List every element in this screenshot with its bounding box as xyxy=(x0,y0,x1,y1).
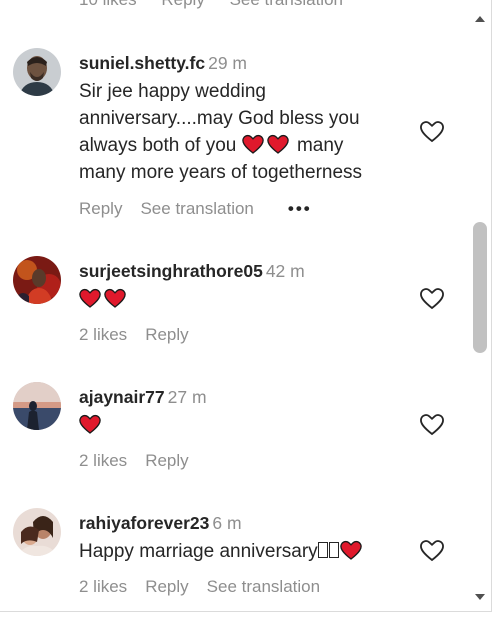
red-heart-emoji xyxy=(104,288,126,308)
see-translation-button[interactable]: See translation xyxy=(207,577,320,596)
reply-button[interactable]: Reply xyxy=(145,577,188,596)
reply-button[interactable]: Reply xyxy=(161,0,204,9)
see-translation-button[interactable]: See translation xyxy=(140,199,253,218)
comment-line-text: many xyxy=(296,135,344,156)
comment-line: Sir jee happy wedding xyxy=(79,81,266,102)
likes-count[interactable]: 2 likes xyxy=(79,325,127,344)
timestamp: 27 m xyxy=(167,387,207,407)
comment-text xyxy=(79,286,399,313)
comment-actions: 2 likes Reply See translation xyxy=(79,577,338,597)
username[interactable]: surjeetsinghrathore05 xyxy=(79,261,263,281)
comment-actions: Reply See translation ••• xyxy=(79,199,330,219)
more-options-button[interactable]: ••• xyxy=(288,199,312,218)
reply-button[interactable]: Reply xyxy=(79,199,122,218)
avatar[interactable] xyxy=(13,48,61,96)
comment-actions: 2 likes Reply xyxy=(79,325,207,345)
comment-text xyxy=(79,412,399,439)
red-heart-emoji xyxy=(79,288,101,308)
comment-line-text: Happy marriage anniversary xyxy=(79,541,318,562)
avatar[interactable] xyxy=(13,382,61,430)
comment-text: Happy marriage anniversary xyxy=(79,538,399,565)
comment-line: anniversary....may God bless you xyxy=(79,108,360,129)
previous-comment-actions: 10 likes Reply See translation xyxy=(79,0,363,10)
red-heart-emoji xyxy=(339,540,362,560)
username[interactable]: suniel.shetty.fc xyxy=(79,53,205,73)
likes-count[interactable]: 10 likes xyxy=(79,0,137,9)
comment-header: surjeetsinghrathore05 42 m xyxy=(79,260,399,282)
username[interactable]: ajaynair77 xyxy=(79,387,165,407)
comment-line: many more years of togetherness xyxy=(79,162,363,183)
comment-actions: 2 likes Reply xyxy=(79,451,207,471)
reply-button[interactable]: Reply xyxy=(145,451,188,470)
comment-header: rahiyaforever23 6 m xyxy=(79,512,399,534)
timestamp: 42 m xyxy=(265,261,305,281)
avatar[interactable] xyxy=(13,256,61,304)
comment-header: suniel.shetty.fc 29 m xyxy=(79,52,399,74)
reply-button[interactable]: Reply xyxy=(145,325,188,344)
missing-glyph xyxy=(328,542,339,558)
timestamp: 29 m xyxy=(208,53,248,73)
comment-line: always both of you many xyxy=(79,132,399,159)
see-translation-button[interactable]: See translation xyxy=(230,0,343,9)
missing-glyph xyxy=(317,542,328,558)
comments-panel: 10 likes Reply See translation suniel.sh… xyxy=(0,0,492,612)
comment-line-text: always both of you xyxy=(79,135,237,156)
heart-outline-icon[interactable] xyxy=(419,119,445,143)
heart-outline-icon[interactable] xyxy=(419,412,445,436)
likes-count[interactable]: 2 likes xyxy=(79,451,127,470)
red-heart-emoji xyxy=(241,134,264,154)
comment-header: ajaynair77 27 m xyxy=(79,386,399,408)
red-heart-emoji xyxy=(79,414,101,434)
timestamp: 6 m xyxy=(212,513,242,533)
heart-outline-icon[interactable] xyxy=(419,538,445,562)
likes-count[interactable]: 2 likes xyxy=(79,577,127,596)
chevron-down-icon[interactable] xyxy=(474,592,486,602)
username[interactable]: rahiyaforever23 xyxy=(79,513,209,533)
red-heart-emoji xyxy=(266,134,289,154)
heart-outline-icon[interactable] xyxy=(419,286,445,310)
scrollbar-thumb[interactable] xyxy=(473,222,487,353)
comment-text: Sir jee happy wedding anniversary....may… xyxy=(79,78,399,186)
avatar[interactable] xyxy=(13,508,61,556)
chevron-up-icon[interactable] xyxy=(474,14,486,24)
